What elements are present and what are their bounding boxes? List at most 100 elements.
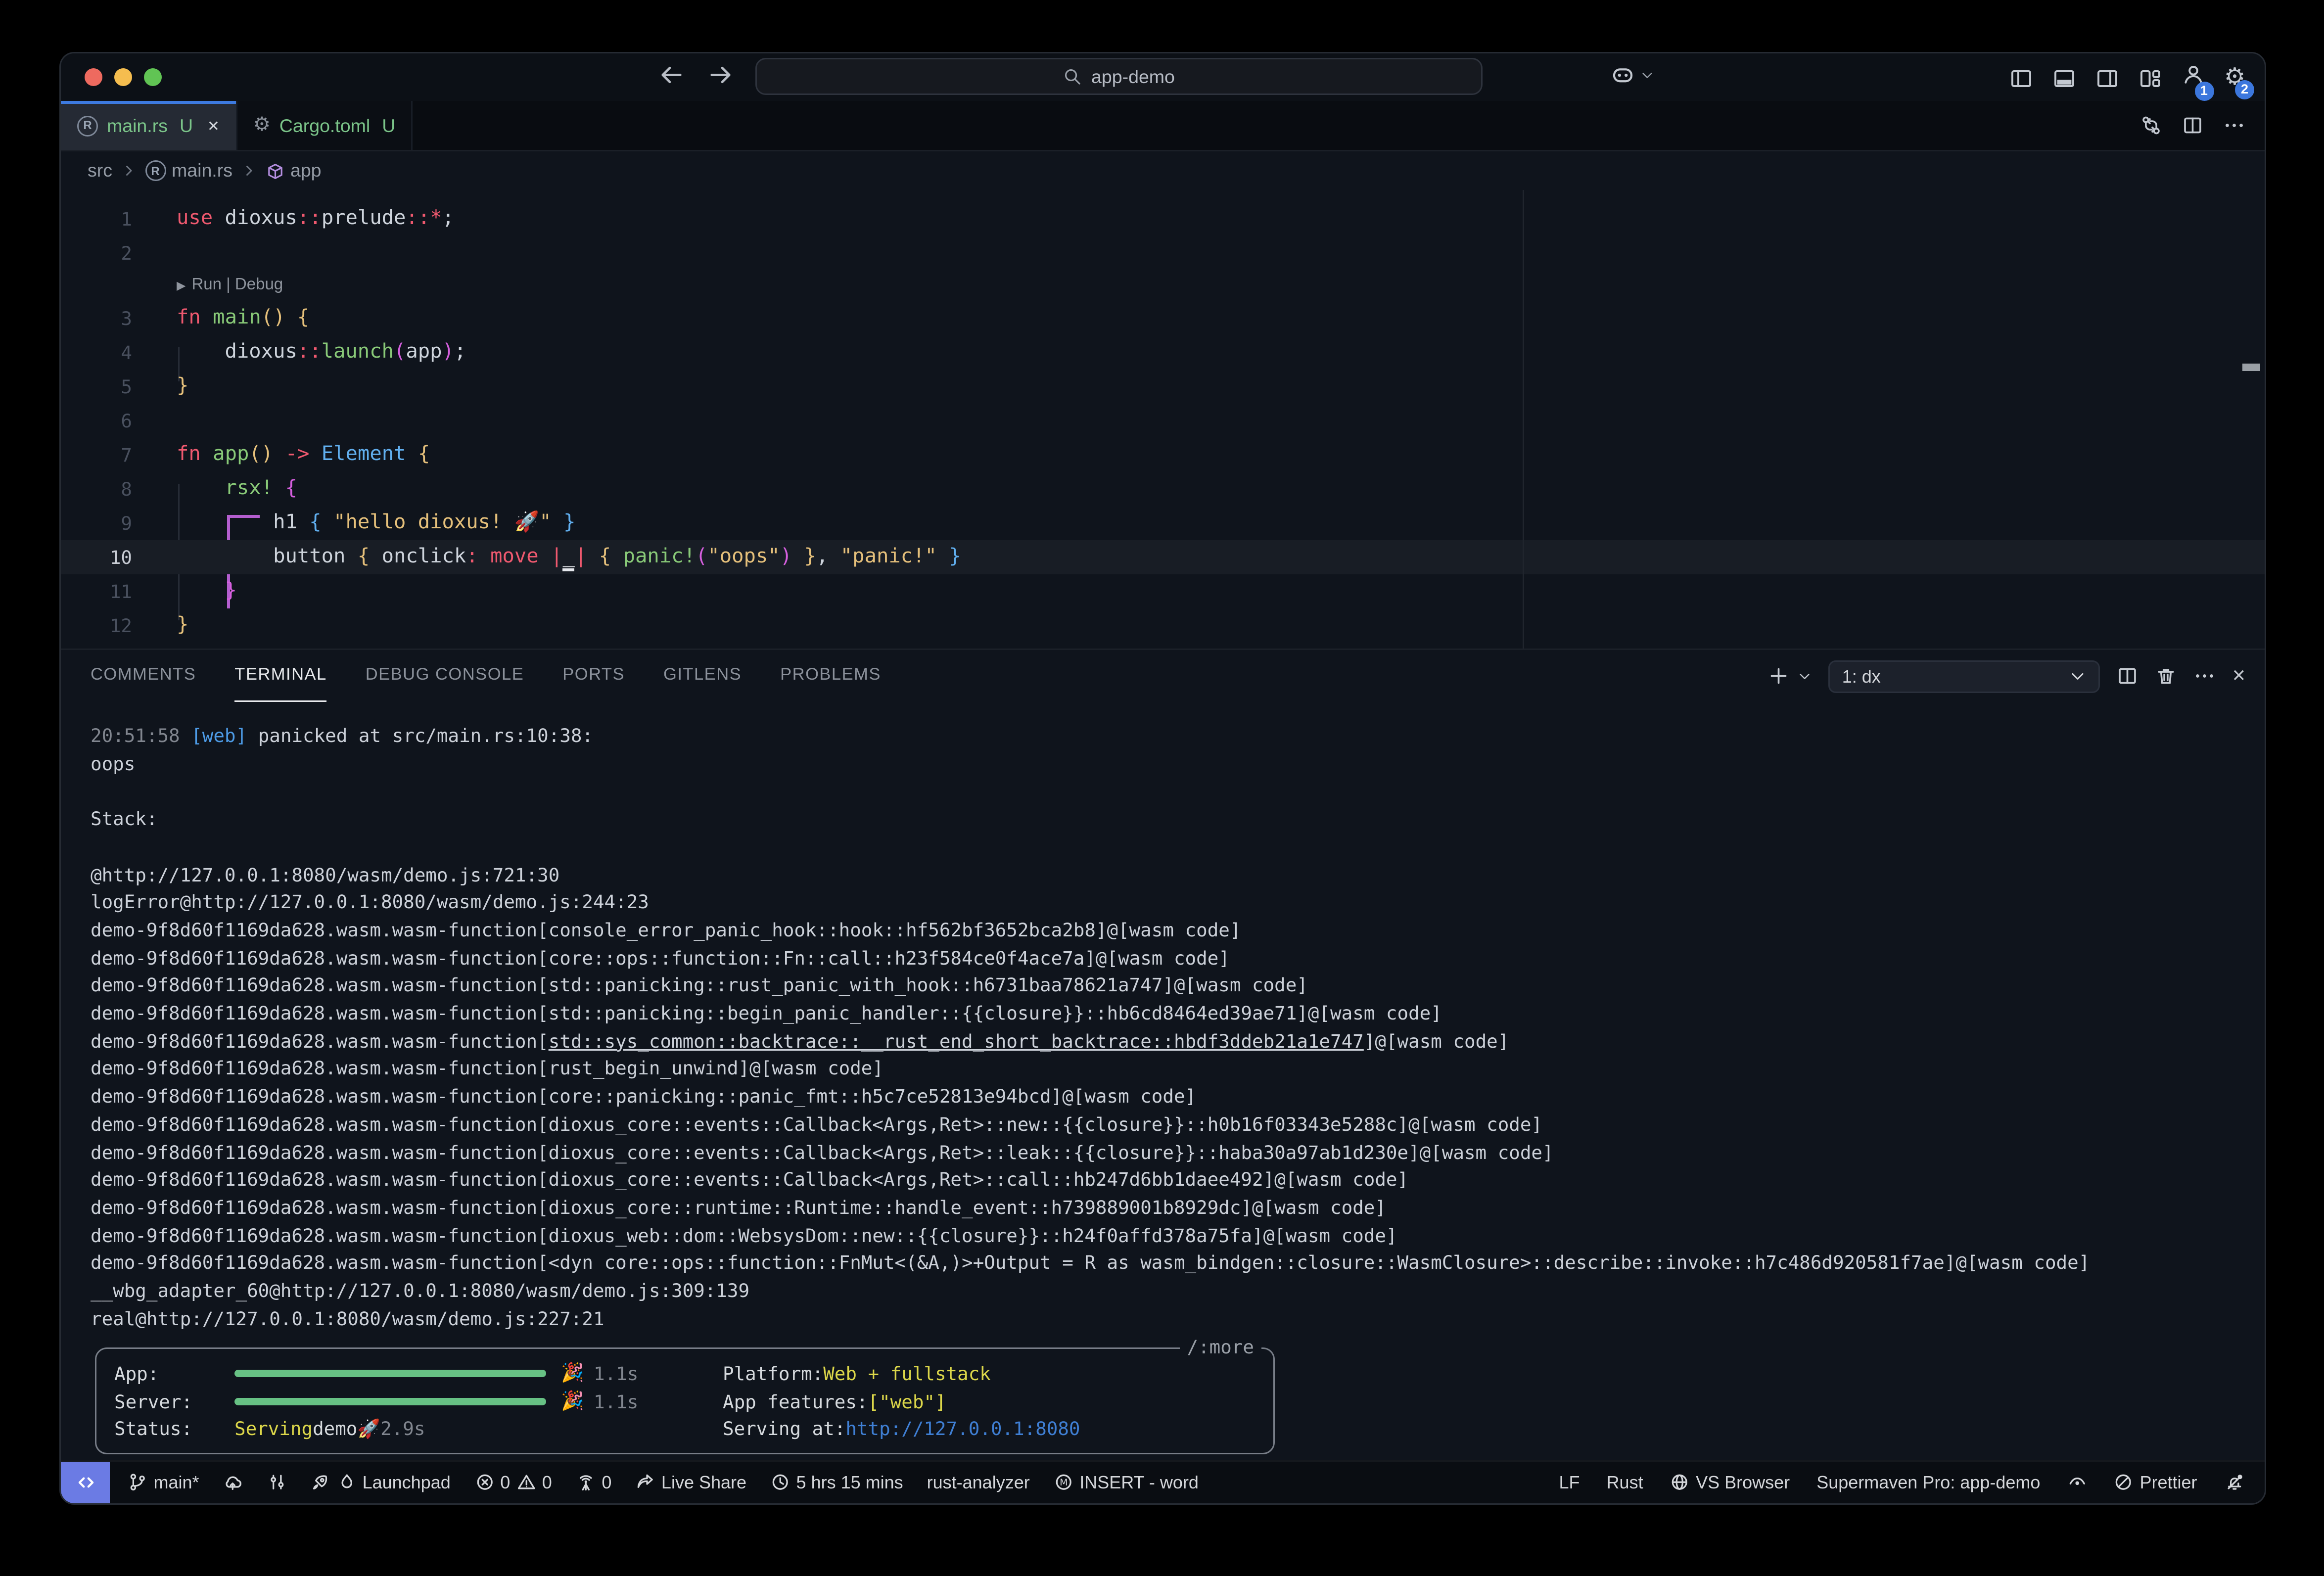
chevron-down-icon (2069, 667, 2087, 685)
dx-more-hint: /:more (1180, 1336, 1261, 1358)
panel-tab-terminal[interactable]: TERMINAL (234, 650, 326, 702)
terminal-line: demo-9f8d60f1169da628.wasm.wasm-function… (91, 1112, 2265, 1139)
code-line-7: 7fn app() -> Element { (61, 438, 2265, 472)
statusbar-item-notifications[interactable] (2224, 1473, 2244, 1493)
settings-button[interactable]: ⚙ 2 (2224, 65, 2245, 92)
new-terminal-icon[interactable] (1768, 665, 1790, 687)
close-panel-icon[interactable]: × (2232, 665, 2245, 687)
settings-badge: 2 (2235, 80, 2254, 99)
statusbar-item-publish-changes[interactable] (223, 1473, 243, 1493)
split-editor-icon[interactable] (2182, 114, 2204, 137)
code-editor[interactable]: 1use dioxus::prelude::*;2▶Run | Debug3fn… (61, 190, 2265, 649)
statusbar-item-prettier-status[interactable]: Prettier (2114, 1472, 2197, 1493)
terminal-line: demo-9f8d60f1169da628.wasm.wasm-function… (91, 1222, 2265, 1250)
code-line-2: 2 (61, 236, 2265, 270)
terminal-line: demo-9f8d60f1169da628.wasm.wasm-function… (91, 1195, 2265, 1222)
panel-tab-comments[interactable]: COMMENTS (91, 650, 196, 702)
statusbar-label: LF (1559, 1472, 1580, 1493)
close-window-button[interactable] (85, 68, 102, 86)
statusbar-item-commit-graph[interactable] (267, 1473, 287, 1493)
git-status-badge: U (180, 115, 193, 136)
editor-tab-Cargo.toml[interactable]: ⚙Cargo.tomlU (237, 101, 413, 150)
breadcrumb-item-main.rs[interactable]: Rmain.rs (145, 160, 232, 181)
statusbar-label: Prettier (2139, 1472, 2197, 1493)
layout-controls: 1 ⚙ 2 (2009, 62, 2245, 93)
terminal-line: demo-9f8d60f1169da628.wasm.wasm-function… (91, 917, 2265, 945)
rocket-icon (311, 1473, 331, 1493)
split-terminal-icon[interactable] (2117, 665, 2139, 687)
terminal-controls: 1: dx × (1768, 660, 2265, 693)
toggle-sidebar-icon[interactable] (2009, 66, 2033, 90)
chevron-right-icon (240, 162, 258, 180)
terminal-line: demo-9f8d60f1169da628.wasm.wasm-function… (91, 1000, 2265, 1028)
forward-arrow-icon[interactable] (706, 61, 735, 89)
codelens-run-debug[interactable]: ▶Run | Debug (177, 270, 283, 301)
zoom-window-button[interactable] (144, 68, 162, 86)
statusbar-item-language-mode[interactable]: Rust (1607, 1472, 1643, 1493)
open-changes-icon[interactable] (2140, 114, 2162, 137)
symbol-module-icon (265, 161, 284, 181)
statusbar-item-live-share[interactable]: Live Share (635, 1472, 746, 1493)
breadcrumb-item-app[interactable]: app (265, 160, 322, 181)
panel-tab-problems[interactable]: PROBLEMS (780, 650, 881, 702)
statusbar-item-rust-analyzer-status[interactable]: rust-analyzer (927, 1472, 1030, 1493)
history-nav (657, 61, 735, 89)
account-button[interactable]: 1 (2181, 62, 2205, 93)
remote-indicator[interactable] (61, 1462, 110, 1503)
line-number: 2 (61, 236, 132, 270)
statusbar-item-supermaven-status[interactable]: Supermaven Pro: app-demo (1816, 1472, 2040, 1493)
back-arrow-icon[interactable] (657, 61, 686, 89)
panel-tab-ports[interactable]: PORTS (562, 650, 625, 702)
code-text: dioxus::launch(app); (177, 335, 466, 370)
account-badge: 1 (2194, 82, 2214, 101)
statusbar-item-eol-indicator[interactable]: LF (1559, 1472, 1580, 1493)
code-line-9: 9 h1 { "hello dioxus! 🚀" } (61, 506, 2265, 540)
dx-row: Status:Serving demo 🚀 2.9s (114, 1415, 638, 1442)
more-actions-icon[interactable] (2223, 114, 2245, 137)
slash-circle-icon (2114, 1473, 2134, 1493)
search-icon (1063, 67, 1082, 86)
breadcrumb-label: app (290, 160, 322, 181)
code-text: use dioxus::prelude::*; (177, 202, 454, 236)
toggle-panel-icon[interactable] (2052, 66, 2076, 90)
copilot-menu[interactable] (1610, 62, 1655, 88)
statusbar-item-problems[interactable]: 00 (474, 1472, 552, 1493)
minimize-window-button[interactable] (114, 68, 132, 86)
customize-layout-icon[interactable] (2138, 66, 2162, 90)
bell-slash-dot-icon (2224, 1473, 2244, 1493)
panel-more-actions-icon[interactable] (2194, 665, 2216, 687)
stack-trace-link[interactable]: std::sys_common::backtrace::__rust_end_s… (549, 1029, 1364, 1052)
editor-tab-main.rs[interactable]: Rmain.rsU× (61, 101, 237, 150)
statusbar-item-git-branch[interactable]: main* (128, 1472, 199, 1493)
dx-row: Server:🎉1.1s (114, 1387, 638, 1415)
line-number: 8 (61, 472, 132, 506)
desktop: app-demo 1 ⚙ 2 (0, 0, 2324, 1576)
celebration-emoji: 🎉 (561, 1361, 594, 1385)
statusbar-item-screencast-toggle[interactable] (2067, 1473, 2087, 1493)
new-terminal-dropdown-icon[interactable] (1798, 669, 1813, 684)
breadcrumb-item-src[interactable]: src (88, 160, 112, 181)
commit-graph-icon (267, 1473, 287, 1493)
dx-info-value[interactable]: http://127.0.0.1:8080 (845, 1418, 1080, 1440)
command-center-search[interactable]: app-demo (755, 58, 1483, 95)
statusbar-item-ports[interactable]: 0 (576, 1472, 612, 1493)
panel-tab-gitlens[interactable]: GITLENS (663, 650, 742, 702)
statusbar-item-vs-browser[interactable]: VS Browser (1670, 1472, 1790, 1493)
dx-serve-status-box: /:more App:🎉1.1sServer:🎉1.1sStatus:Servi… (95, 1347, 1275, 1454)
terminal-picker[interactable]: 1: dx (1829, 660, 2100, 693)
eye-icon (2067, 1473, 2087, 1493)
terminal-line: @http://127.0.0.1:8080/wasm/demo.js:721:… (91, 862, 2265, 889)
statusbar-label: 5 hrs 15 mins (796, 1472, 903, 1493)
statusbar-item-time-tracker[interactable]: 5 hrs 15 mins (770, 1472, 903, 1493)
toggle-secondary-sidebar-icon[interactable] (2095, 66, 2119, 90)
progress-bar (234, 1370, 546, 1377)
panel-tab-debug-console[interactable]: DEBUG CONSOLE (366, 650, 524, 702)
editor-ruler (1523, 190, 1524, 649)
kill-terminal-icon[interactable] (2155, 665, 2178, 687)
statusbar-label: Launchpad (363, 1472, 451, 1493)
statusbar-item-gitlens-launchpad[interactable]: Launchpad (311, 1472, 451, 1493)
close-tab-icon[interactable]: × (208, 114, 219, 137)
code-line-11: 11 } (61, 574, 2265, 608)
statusbar-item-vim-mode[interactable]: MINSERT - word (1054, 1472, 1199, 1493)
rust-file-icon: R (77, 115, 98, 136)
